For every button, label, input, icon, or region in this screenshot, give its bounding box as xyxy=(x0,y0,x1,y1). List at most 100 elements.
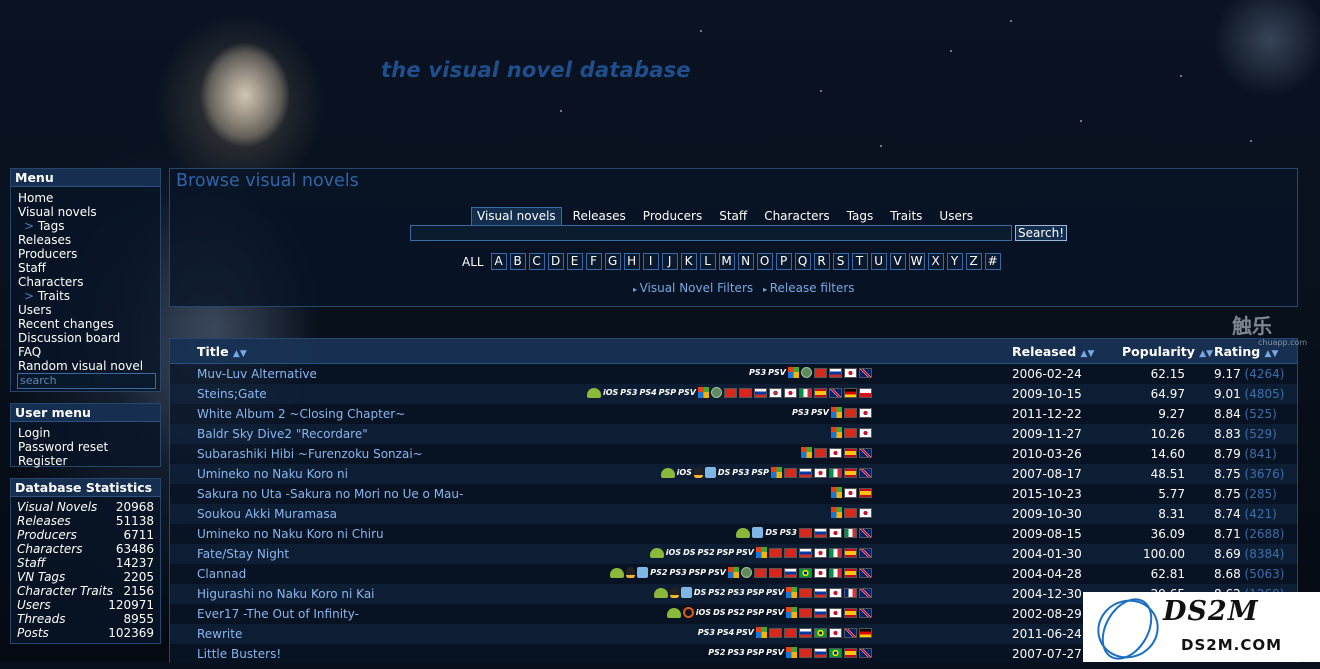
menu-item-users[interactable]: Users xyxy=(18,303,160,317)
tab-releases[interactable]: Releases xyxy=(567,207,632,226)
vn-title-link[interactable]: Ever17 -The Out of Infinity- xyxy=(197,607,359,621)
tab-visual-novels[interactable]: Visual novels xyxy=(471,207,562,226)
vn-title-link[interactable]: Rewrite xyxy=(197,627,242,641)
vn-title-link[interactable]: White Album 2 ~Closing Chapter~ xyxy=(197,407,405,421)
col-released[interactable]: Released ▲▼ xyxy=(1012,344,1094,359)
browse-search-input[interactable] xyxy=(410,225,1012,241)
vn-title-link[interactable]: Higurashi no Naku Koro ni Kai xyxy=(197,587,375,601)
menu-item-visual-novels[interactable]: Visual novels xyxy=(18,205,160,219)
user-menu-login[interactable]: Login xyxy=(18,426,160,440)
menu-search-input[interactable]: search xyxy=(17,373,156,389)
menu-item-faq[interactable]: FAQ xyxy=(18,345,160,359)
vn-title-link[interactable]: Little Busters! xyxy=(197,647,281,661)
alpha-letter[interactable]: D xyxy=(547,253,564,270)
menu-item-recent-changes[interactable]: Recent changes xyxy=(18,317,160,331)
alpha-letter[interactable]: M xyxy=(718,253,735,270)
menu-item-tags[interactable]: Tags xyxy=(18,219,160,233)
alpha-letter[interactable]: H xyxy=(623,253,640,270)
stats-key[interactable]: Threads xyxy=(17,612,65,626)
vn-title-link[interactable]: Clannad xyxy=(197,567,246,581)
tab-tags[interactable]: Tags xyxy=(841,207,880,226)
vn-title-link[interactable]: Soukou Akki Muramasa xyxy=(197,507,337,521)
stats-key[interactable]: Character Traits xyxy=(17,584,113,598)
alpha-letter[interactable]: X xyxy=(927,253,944,270)
tab-characters[interactable]: Characters xyxy=(758,207,836,226)
stats-key[interactable]: Releases xyxy=(17,514,71,528)
alpha-letter[interactable]: L xyxy=(699,253,716,270)
user-menu-register[interactable]: Register xyxy=(18,454,160,468)
stats-key[interactable]: Producers xyxy=(17,528,77,542)
vn-title-link[interactable]: Fate/Stay Night xyxy=(197,547,289,561)
alpha-letter[interactable]: A xyxy=(490,253,507,270)
vn-title-link[interactable]: Umineko no Naku Koro ni xyxy=(197,467,348,481)
vn-title-link[interactable]: Umineko no Naku Koro ni Chiru xyxy=(197,527,384,541)
col-title[interactable]: Title ▲▼ xyxy=(197,344,247,359)
vn-title-link[interactable]: Muv-Luv Alternative xyxy=(197,367,317,381)
alpha-letter[interactable]: I xyxy=(642,253,659,270)
alpha-letter[interactable]: Y xyxy=(946,253,963,270)
alpha-letter[interactable]: B xyxy=(509,253,526,270)
it-flag-icon xyxy=(799,387,812,398)
stats-key[interactable]: Users xyxy=(17,598,51,612)
alpha-letter[interactable]: W xyxy=(908,253,925,270)
ds-platform-icon: DS xyxy=(683,548,696,557)
alpha-letter[interactable]: S xyxy=(832,253,849,270)
alpha-letter[interactable]: E xyxy=(566,253,583,270)
tab-traits[interactable]: Traits xyxy=(884,207,928,226)
sort-arrows-icon[interactable]: ▲▼ xyxy=(1081,349,1095,359)
col-popularity[interactable]: Popularity ▲▼ xyxy=(1122,344,1213,359)
ps3-platform-icon: PS3 xyxy=(727,648,745,657)
alpha-letter[interactable]: V xyxy=(889,253,906,270)
stats-key[interactable]: VN Tags xyxy=(17,570,65,584)
menu-item-traits[interactable]: Traits xyxy=(18,289,160,303)
tab-users[interactable]: Users xyxy=(933,207,979,226)
stats-key[interactable]: Posts xyxy=(17,626,49,640)
ds2m-logo-text: DS2M xyxy=(1163,596,1259,627)
sort-arrows-icon[interactable]: ▲▼ xyxy=(233,349,247,359)
alpha-letter[interactable]: J xyxy=(661,253,678,270)
site-title[interactable]: the visual novel database xyxy=(381,58,691,82)
menu-item-discussion-board[interactable]: Discussion board xyxy=(18,331,160,345)
menu-item-releases[interactable]: Releases xyxy=(18,233,160,247)
release-filters-link[interactable]: Release filters xyxy=(763,281,855,295)
alpha-letter[interactable]: F xyxy=(585,253,602,270)
alpha-letter[interactable]: G xyxy=(604,253,621,270)
ds-platform-icon: DS xyxy=(765,528,778,537)
menu-item-home[interactable]: Home xyxy=(18,191,160,205)
tab-producers[interactable]: Producers xyxy=(637,207,708,226)
menu-item-random-vn[interactable]: Random visual novel xyxy=(18,359,160,373)
alpha-letter[interactable]: Z xyxy=(965,253,982,270)
ps3-platform-icon: PS3 xyxy=(727,588,745,597)
tab-staff[interactable]: Staff xyxy=(713,207,753,226)
alpha-letter[interactable]: R xyxy=(813,253,830,270)
menu-item-characters[interactable]: Characters xyxy=(18,275,160,289)
alpha-letter[interactable]: O xyxy=(756,253,773,270)
sort-arrows-icon[interactable]: ▲▼ xyxy=(1199,349,1213,359)
search-button[interactable]: Search! xyxy=(1015,225,1068,241)
stats-key[interactable]: Staff xyxy=(17,556,45,570)
vn-title-link[interactable]: Baldr Sky Dive2 "Recordare" xyxy=(197,427,368,441)
alpha-letter[interactable]: P xyxy=(775,253,792,270)
alpha-all[interactable]: ALL xyxy=(462,255,484,269)
vn-filters-link[interactable]: Visual Novel Filters xyxy=(633,281,754,295)
user-menu-password-reset[interactable]: Password reset xyxy=(18,440,160,454)
alpha-letter[interactable]: # xyxy=(984,253,1001,270)
cn-flag-icon xyxy=(769,547,782,558)
alpha-letter[interactable]: T xyxy=(851,253,868,270)
alpha-letter[interactable]: K xyxy=(680,253,697,270)
cn-flag-icon xyxy=(724,387,737,398)
linux-platform-icon xyxy=(626,567,636,578)
vn-title-link[interactable]: Steins;Gate xyxy=(197,387,267,401)
menu-item-staff[interactable]: Staff xyxy=(18,261,160,275)
alpha-letter[interactable]: U xyxy=(870,253,887,270)
vn-title-link[interactable]: Sakura no Uta -Sakura no Mori no Ue o Ma… xyxy=(197,487,463,501)
alpha-letter[interactable]: N xyxy=(737,253,754,270)
release-date: 2007-08-17 xyxy=(1012,467,1082,481)
vn-title-link[interactable]: Subarashiki Hibi ~Furenzoku Sonzai~ xyxy=(197,447,423,461)
stats-key[interactable]: Visual Novels xyxy=(17,500,97,514)
stats-key[interactable]: Characters xyxy=(17,542,83,556)
rating-score: 8.75 xyxy=(1214,467,1241,481)
menu-item-producers[interactable]: Producers xyxy=(18,247,160,261)
alpha-letter[interactable]: C xyxy=(528,253,545,270)
alpha-letter[interactable]: Q xyxy=(794,253,811,270)
